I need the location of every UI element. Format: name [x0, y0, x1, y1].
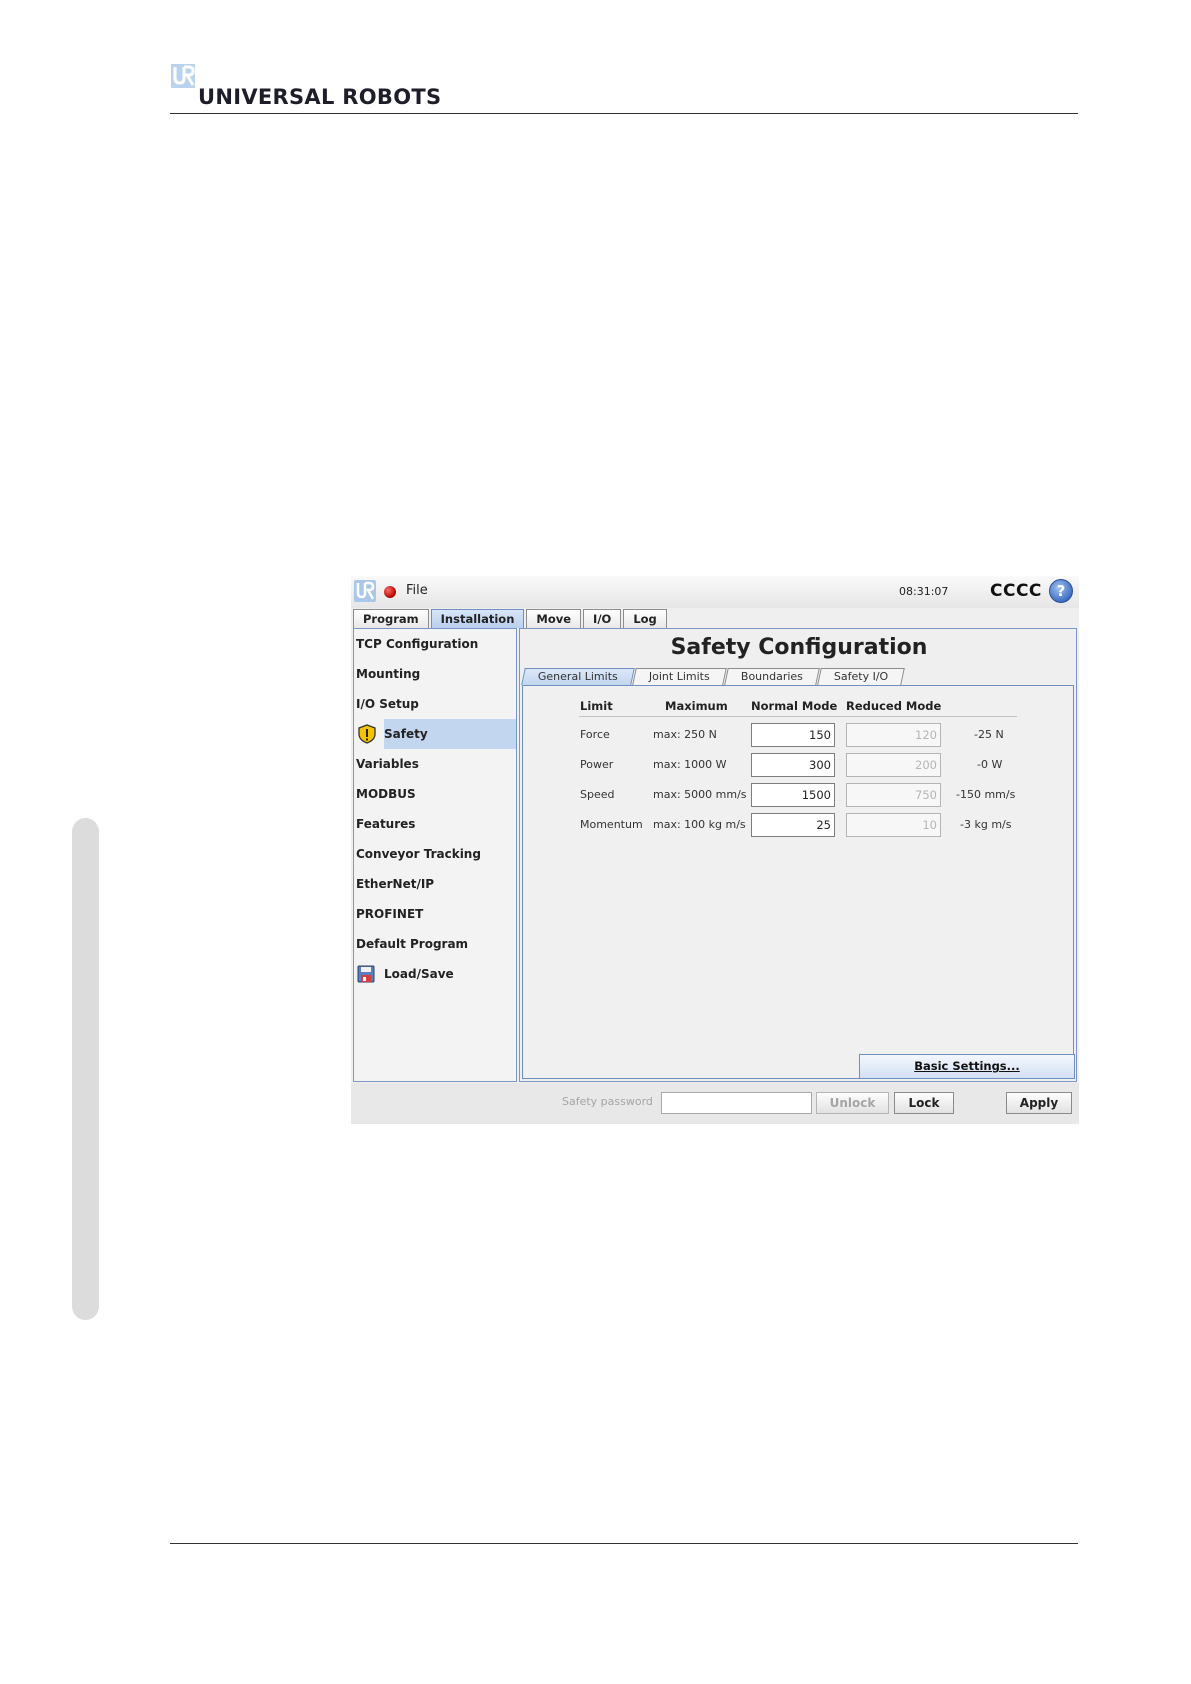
- document-page: UNIVERSAL ROBOTS File 08:31:07 CCCC ? Pr…: [0, 0, 1191, 1684]
- tab-installation[interactable]: Installation: [430, 609, 525, 628]
- limit-maximum-speed: max: 5000 mm/s: [653, 788, 747, 801]
- header-divider: [579, 716, 1017, 717]
- sidebar-item-ethernet-ip[interactable]: EtherNet/IP: [354, 869, 516, 899]
- reduced-mode-power-input: 200: [846, 753, 941, 777]
- page-title: Safety Configuration: [670, 635, 928, 660]
- tab-safety-io[interactable]: Safety I/O: [816, 668, 905, 685]
- tab-label: Safety I/O: [833, 670, 888, 683]
- normal-mode-momentum-input[interactable]: 25: [751, 813, 835, 837]
- sidebar-item-label: MODBUS: [356, 787, 416, 801]
- tab-label: General Limits: [537, 670, 618, 683]
- limit-delta-speed: -150 mm/s: [956, 788, 1016, 801]
- limit-maximum-momentum: max: 100 kg m/s: [653, 818, 746, 831]
- sidebar-item-label: EtherNet/IP: [356, 877, 435, 891]
- sidebar-item-label: Conveyor Tracking: [356, 847, 481, 861]
- ur-logo-icon: [354, 580, 376, 602]
- column-header-reduced-mode: Reduced Mode: [846, 699, 942, 713]
- tab-program[interactable]: Program: [353, 609, 429, 628]
- normal-mode-power-input[interactable]: 300: [751, 753, 835, 777]
- ur-brand-mark-icon: [171, 64, 195, 88]
- limit-delta-momentum: -3 kg m/s: [960, 818, 1012, 831]
- red-status-dot-icon: [384, 586, 396, 598]
- sidebar-item-label: Default Program: [356, 937, 469, 951]
- sidebar-item-label: Mounting: [356, 667, 421, 681]
- normal-mode-speed-input[interactable]: 1500: [751, 783, 835, 807]
- bottom-bar: Safety password Unlock Lock Apply: [351, 1083, 1079, 1124]
- polyscope-window: File 08:31:07 CCCC ? Program Installatio…: [351, 576, 1079, 1124]
- main-tabs: Program Installation Move I/O Log: [353, 609, 669, 628]
- safety-password-input[interactable]: [661, 1092, 812, 1114]
- limit-delta-power: -0 W: [977, 758, 1003, 771]
- unlock-button[interactable]: Unlock: [816, 1092, 889, 1114]
- lock-button[interactable]: Lock: [894, 1092, 954, 1114]
- sidebar-item-label: I/O Setup: [356, 697, 419, 711]
- sidebar-item-conveyor-tracking[interactable]: Conveyor Tracking: [354, 839, 516, 869]
- brand-name: UNIVERSAL ROBOTS: [198, 85, 442, 109]
- sidebar-item-modbus[interactable]: MODBUS: [354, 779, 516, 809]
- tab-boundaries[interactable]: Boundaries: [723, 668, 820, 685]
- basic-settings-label: Basic Settings...: [914, 1059, 1020, 1073]
- limit-maximum-force: max: 250 N: [653, 728, 717, 741]
- sidebar-item-variables[interactable]: Variables: [354, 749, 516, 779]
- installation-sidebar: TCP Configuration Mounting I/O Setup Saf…: [353, 628, 517, 1082]
- tab-label: Joint Limits: [648, 670, 710, 683]
- footer-rule: [170, 1543, 1078, 1544]
- sidebar-item-label: Features: [356, 817, 416, 831]
- sidebar-item-tcp-configuration[interactable]: TCP Configuration: [354, 629, 516, 659]
- tab-label: Boundaries: [740, 670, 803, 683]
- reduced-mode-speed-input: 750: [846, 783, 941, 807]
- sidebar-item-label: TCP Configuration: [356, 637, 479, 651]
- sidebar-item-io-setup[interactable]: I/O Setup: [354, 689, 516, 719]
- robot-name: CCCC: [990, 581, 1042, 601]
- limit-name-force: Force: [580, 728, 610, 741]
- reduced-mode-force-input: 120: [846, 723, 941, 747]
- header-rule: [170, 113, 1078, 114]
- margin-thumb-bar: [72, 818, 99, 1320]
- safety-content-panel: Safety Configuration General Limits Join…: [519, 628, 1077, 1082]
- basic-settings-button[interactable]: Basic Settings...: [859, 1054, 1075, 1079]
- column-header-normal-mode: Normal Mode: [751, 699, 838, 713]
- general-limits-panel: Limit Maximum Normal Mode Reduced Mode F…: [522, 685, 1075, 1079]
- sidebar-item-profinet[interactable]: PROFINET: [354, 899, 516, 929]
- limit-name-speed: Speed: [580, 788, 615, 801]
- tab-joint-limits[interactable]: Joint Limits: [632, 668, 727, 685]
- sidebar-item-load-save[interactable]: Load/Save: [354, 959, 516, 989]
- sidebar-item-label: Variables: [356, 757, 419, 771]
- normal-mode-force-input[interactable]: 150: [751, 723, 835, 747]
- apply-button[interactable]: Apply: [1006, 1092, 1072, 1114]
- tab-io[interactable]: I/O: [583, 609, 622, 628]
- limit-maximum-power: max: 1000 W: [653, 758, 727, 771]
- tab-general-limits[interactable]: General Limits: [521, 668, 635, 685]
- column-header-maximum: Maximum: [665, 699, 728, 713]
- tab-move[interactable]: Move: [526, 609, 582, 628]
- column-header-limit: Limit: [580, 699, 613, 713]
- sidebar-item-safety[interactable]: Safety: [354, 719, 516, 749]
- universal-robots-logo: UNIVERSAL ROBOTS: [170, 63, 441, 109]
- clock: 08:31:07: [899, 585, 949, 598]
- sidebar-item-label: Load/Save: [384, 967, 454, 981]
- sidebar-item-features[interactable]: Features: [354, 809, 516, 839]
- file-menu[interactable]: File: [406, 583, 428, 598]
- sidebar-item-label: PROFINET: [356, 907, 424, 921]
- sidebar-item-label: Safety: [384, 727, 428, 741]
- limit-name-power: Power: [580, 758, 614, 771]
- reduced-mode-momentum-input: 10: [846, 813, 941, 837]
- tab-log[interactable]: Log: [623, 609, 667, 628]
- help-icon[interactable]: ?: [1049, 579, 1073, 603]
- limit-delta-force: -25 N: [974, 728, 1004, 741]
- sidebar-item-mounting[interactable]: Mounting: [354, 659, 516, 689]
- top-bar: File 08:31:07 CCCC ?: [351, 576, 1079, 608]
- safety-subtabs: General Limits Joint Limits Boundaries S…: [521, 668, 905, 686]
- limit-name-momentum: Momentum: [580, 818, 643, 831]
- safety-password-label: Safety password: [562, 1095, 653, 1108]
- sidebar-item-default-program[interactable]: Default Program: [354, 929, 516, 959]
